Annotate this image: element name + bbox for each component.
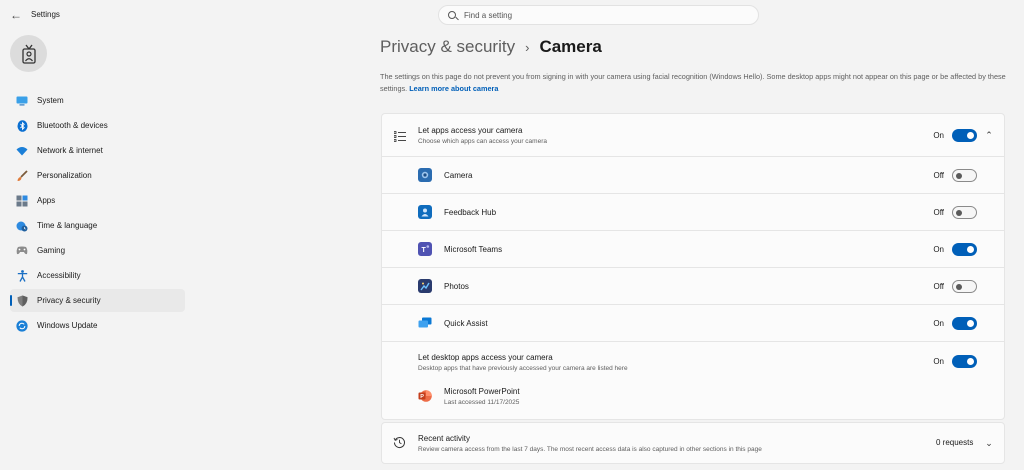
clock-globe-icon bbox=[16, 220, 28, 232]
sidebar-item-bluetooth[interactable]: Bluetooth & devices bbox=[10, 114, 185, 137]
sidebar-item-windows-update[interactable]: Windows Update bbox=[10, 314, 185, 337]
apps-access-toggle[interactable] bbox=[952, 129, 977, 142]
sidebar-item-apps[interactable]: Apps bbox=[10, 189, 185, 212]
quick-assist-toggle[interactable] bbox=[952, 317, 977, 330]
wifi-icon bbox=[16, 145, 28, 157]
desktop-access-subtitle: Desktop apps that have previously access… bbox=[418, 365, 628, 372]
back-arrow-icon[interactable]: ← bbox=[8, 7, 24, 23]
apps-access-title: Let apps access your camera bbox=[418, 126, 523, 135]
apps-grid-icon bbox=[16, 195, 28, 207]
user-badge-icon bbox=[21, 44, 36, 64]
sidebar-item-network[interactable]: Network & internet bbox=[10, 139, 185, 162]
update-arrows-icon bbox=[16, 319, 28, 332]
toggle-state-label: Off bbox=[933, 282, 944, 291]
chevron-right-icon: › bbox=[525, 39, 530, 55]
sidebar-item-label: Network & internet bbox=[37, 146, 103, 155]
breadcrumb: Privacy & security › Camera bbox=[380, 37, 602, 57]
monitor-icon bbox=[16, 95, 28, 107]
feedback-hub-toggle[interactable] bbox=[952, 206, 977, 219]
desktop-apps-access: Let desktop apps access your camera Desk… bbox=[382, 342, 1004, 420]
sidebar-item-label: Accessibility bbox=[37, 271, 81, 280]
camera-app-icon bbox=[418, 168, 432, 182]
microsoft-teams-toggle[interactable] bbox=[952, 243, 977, 256]
quick-assist-icon bbox=[418, 316, 432, 330]
toggle-state-label: On bbox=[933, 319, 944, 328]
sidebar-item-personalization[interactable]: Personalization bbox=[10, 164, 185, 187]
list-settings-icon bbox=[393, 129, 406, 147]
sidebar-item-label: System bbox=[37, 96, 64, 105]
learn-more-link[interactable]: Learn more about camera bbox=[409, 84, 498, 93]
desktop-access-title: Let desktop apps access your camera bbox=[418, 353, 553, 362]
search-input[interactable] bbox=[464, 6, 744, 24]
recent-activity-count: 0 requests bbox=[936, 438, 974, 447]
page-description: The settings on this page do not prevent… bbox=[380, 71, 1010, 95]
title-bar: ← Settings bbox=[0, 0, 1024, 30]
sidebar-item-accessibility[interactable]: Accessibility bbox=[10, 264, 185, 287]
toggle-state-label: Off bbox=[933, 208, 944, 217]
sidebar-item-time-language[interactable]: Time & language bbox=[10, 214, 185, 237]
app-title: Settings bbox=[31, 10, 60, 19]
avatar[interactable] bbox=[10, 35, 47, 72]
sidebar-item-label: Gaming bbox=[37, 246, 66, 255]
page-title: Camera bbox=[539, 37, 602, 56]
recent-activity-card[interactable]: Recent activity Review camera access fro… bbox=[381, 422, 1005, 464]
brush-icon bbox=[16, 169, 28, 182]
toggle-state-label: On bbox=[933, 245, 944, 254]
app-row-feedback-hub: Feedback Hub Off bbox=[382, 194, 1004, 231]
desktop-app-name: Microsoft PowerPoint bbox=[444, 387, 520, 396]
app-name: Photos bbox=[444, 282, 469, 291]
sidebar-item-label: Privacy & security bbox=[37, 296, 101, 305]
toggle-state-label: On bbox=[933, 357, 944, 366]
app-name: Quick Assist bbox=[444, 319, 488, 328]
sidebar-item-label: Personalization bbox=[37, 171, 92, 180]
recent-activity-title: Recent activity bbox=[418, 434, 471, 443]
svg-text:T: T bbox=[422, 247, 427, 254]
camera-access-card: Let apps access your camera Choose which… bbox=[381, 113, 1005, 420]
recent-activity-subtitle: Review camera access from the last 7 day… bbox=[418, 446, 762, 453]
search-icon bbox=[448, 11, 456, 19]
app-name: Camera bbox=[444, 171, 473, 180]
search-box[interactable] bbox=[438, 5, 759, 25]
photos-icon bbox=[418, 279, 432, 293]
toggle-state-label: Off bbox=[933, 171, 944, 180]
desktop-app-last-accessed: Last accessed 11/17/2025 bbox=[444, 399, 520, 406]
app-row-camera: Camera Off bbox=[382, 157, 1004, 194]
bluetooth-icon bbox=[16, 119, 28, 132]
app-row-microsoft-teams: T Microsoft Teams On bbox=[382, 231, 1004, 268]
sidebar-item-label: Bluetooth & devices bbox=[37, 121, 108, 130]
desktop-apps-toggle[interactable] bbox=[952, 355, 977, 368]
feedback-hub-icon bbox=[418, 205, 432, 219]
shield-icon bbox=[16, 295, 28, 307]
sidebar-item-label: Apps bbox=[37, 196, 56, 205]
sidebar-nav: System Bluetooth & devices Network & int… bbox=[10, 89, 185, 339]
sidebar-item-gaming[interactable]: Gaming bbox=[10, 239, 185, 262]
app-name: Microsoft Teams bbox=[444, 245, 503, 254]
powerpoint-icon: P bbox=[418, 389, 432, 403]
app-name: Feedback Hub bbox=[444, 208, 497, 217]
teams-icon: T bbox=[418, 242, 432, 256]
apps-access-header[interactable]: Let apps access your camera Choose which… bbox=[382, 114, 1004, 157]
toggle-state-label: On bbox=[933, 131, 944, 140]
sidebar-item-privacy-security[interactable]: Privacy & security bbox=[10, 289, 185, 312]
camera-app-toggle[interactable] bbox=[952, 169, 977, 182]
history-clock-icon bbox=[393, 436, 406, 454]
gamepad-icon bbox=[16, 245, 28, 257]
photos-toggle[interactable] bbox=[952, 280, 977, 293]
sidebar-item-label: Time & language bbox=[37, 221, 98, 230]
app-row-quick-assist: Quick Assist On bbox=[382, 305, 1004, 342]
apps-access-subtitle: Choose which apps can access your camera bbox=[418, 138, 547, 145]
chevron-up-icon[interactable]: ⌃ bbox=[984, 130, 994, 140]
accessibility-person-icon bbox=[16, 269, 28, 282]
breadcrumb-parent-link[interactable]: Privacy & security bbox=[380, 37, 515, 57]
sidebar-item-label: Windows Update bbox=[37, 321, 98, 330]
chevron-down-icon[interactable]: ⌄ bbox=[984, 438, 994, 448]
app-row-photos: Photos Off bbox=[382, 268, 1004, 305]
sidebar-item-system[interactable]: System bbox=[10, 89, 185, 112]
svg-text:P: P bbox=[420, 394, 424, 400]
